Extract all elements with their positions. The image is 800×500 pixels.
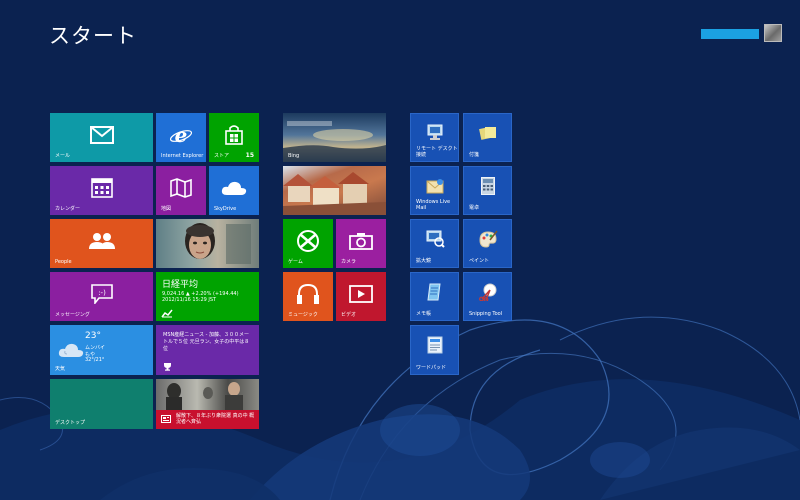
tile-camera[interactable]: カメラ bbox=[336, 219, 386, 268]
index-name: 日経平均 bbox=[162, 280, 199, 290]
scissors-icon bbox=[478, 283, 496, 301]
tile-skydrive[interactable]: SkyDrive bbox=[209, 166, 259, 215]
avatar[interactable] bbox=[764, 24, 782, 42]
play-icon bbox=[349, 284, 373, 303]
tile-desktop[interactable]: デスクトップ bbox=[50, 379, 153, 429]
tile-label: Windows Live Mail bbox=[416, 199, 451, 211]
tile-travel[interactable] bbox=[283, 166, 386, 215]
tile-label: デスクトップ bbox=[55, 420, 86, 426]
tile-calendar[interactable]: カレンダー bbox=[50, 166, 153, 215]
news-caption: 解散下、８年ぶり衆院選 真の中 概況者へ斉弘 bbox=[176, 413, 255, 425]
tile-label: リモート デスクトップ 接続 bbox=[416, 146, 458, 158]
tile-label: Snipping Tool bbox=[469, 311, 503, 317]
tile-bing[interactable]: Bing bbox=[283, 113, 386, 162]
weather-temperature: 23° bbox=[85, 331, 101, 341]
tile-news[interactable]: MSN産経ニュース - 加藤、３００メートルで５位 元旦ラン、女子の中平は８位 bbox=[156, 325, 259, 375]
remote-desktop-icon bbox=[427, 124, 442, 140]
tile-label: 天気 bbox=[55, 366, 66, 372]
weather-city: ムンバイ bbox=[85, 345, 106, 351]
tile-calculator[interactable]: 電卓 bbox=[463, 166, 512, 215]
tile-weather[interactable]: 23° ムンバイ もや 32°/21° 天気 bbox=[50, 325, 153, 375]
tile-wordpad[interactable]: ワードパッド bbox=[410, 325, 459, 375]
internet-explorer-icon: e bbox=[170, 124, 192, 146]
tile-maps[interactable]: 地図 bbox=[156, 166, 206, 215]
update-count-badge: 15 bbox=[245, 152, 254, 159]
tile-label: Bing bbox=[288, 153, 300, 159]
tile-photo-news[interactable]: 解散下、８年ぶり衆院選 真の中 概況者へ斉弘 bbox=[156, 379, 259, 429]
svg-text:e: e bbox=[175, 124, 188, 146]
tile-label: メッセージング bbox=[55, 312, 90, 318]
tile-magnifier[interactable]: 拡大鏡 bbox=[410, 219, 459, 268]
shopping-bag-icon bbox=[225, 124, 243, 145]
headphones-icon bbox=[297, 283, 319, 304]
tile-games[interactable]: ゲーム bbox=[283, 219, 333, 268]
tile-paint[interactable]: ペイント bbox=[463, 219, 512, 268]
tile-label: カメラ bbox=[341, 259, 357, 265]
tile-label: ストア bbox=[214, 153, 230, 159]
calendar-icon bbox=[90, 177, 113, 198]
tile-windows-live-mail[interactable]: Windows Live Mail bbox=[410, 166, 459, 215]
live-mail-icon bbox=[426, 178, 443, 194]
paint-palette-icon bbox=[478, 230, 498, 248]
news-caption-bar: 解散下、８年ぶり衆院選 真の中 概況者へ斉弘 bbox=[156, 410, 259, 429]
cloud-icon bbox=[221, 181, 247, 195]
game-controller-icon bbox=[297, 229, 319, 252]
sticky-notes-icon bbox=[478, 126, 496, 140]
svg-text::-): :-) bbox=[98, 289, 106, 297]
news-icon bbox=[161, 415, 171, 423]
tile-label: カレンダー bbox=[55, 206, 81, 212]
tile-label: Internet Explorer bbox=[161, 153, 204, 159]
chart-up-icon bbox=[161, 309, 173, 318]
page-title: スタート bbox=[49, 24, 137, 48]
notepad-icon bbox=[426, 283, 441, 301]
people-icon bbox=[88, 232, 115, 249]
tile-label: 付箋 bbox=[469, 152, 480, 158]
map-icon bbox=[170, 177, 192, 198]
user-name[interactable] bbox=[701, 29, 759, 39]
tile-snipping-tool[interactable]: Snipping Tool bbox=[463, 272, 512, 321]
trophy-icon bbox=[164, 363, 171, 371]
tile-label: メモ帳 bbox=[416, 311, 432, 317]
news-photo-image bbox=[166, 382, 243, 411]
tile-label: ゲーム bbox=[288, 259, 303, 265]
camera-icon bbox=[349, 232, 373, 250]
tile-label: ビデオ bbox=[341, 312, 357, 318]
tile-notepad[interactable]: メモ帳 bbox=[410, 272, 459, 321]
tile-video[interactable]: ビデオ bbox=[336, 272, 386, 321]
tile-label: ペイント bbox=[469, 258, 490, 264]
tile-label: People bbox=[55, 259, 72, 265]
news-headline: MSN産経ニュース - 加藤、３００メートルで５位 元旦ラン、女子の中平は８位 bbox=[163, 332, 250, 352]
start-screen: スタート メール e Internet Explorer ストア 15 カレンダ… bbox=[0, 0, 800, 500]
tile-sticky-notes[interactable]: 付箋 bbox=[463, 113, 512, 162]
tile-people[interactable]: People bbox=[50, 219, 153, 268]
tile-internet-explorer[interactable]: e Internet Explorer bbox=[156, 113, 206, 162]
tile-label: 電卓 bbox=[469, 205, 480, 211]
travel-photo-image bbox=[283, 172, 386, 215]
tile-people-photo[interactable] bbox=[156, 219, 259, 268]
tile-remote-desktop[interactable]: リモート デスクトップ 接続 bbox=[410, 113, 459, 162]
index-timestamp: 2012/11/16 15:29 JST bbox=[162, 297, 217, 303]
tile-label: ミュージック bbox=[288, 312, 318, 318]
magnifier-icon bbox=[426, 230, 445, 248]
tile-label: 地図 bbox=[161, 206, 172, 212]
cloud-sun-icon bbox=[58, 343, 84, 357]
calculator-icon bbox=[480, 176, 495, 195]
tile-label: ワードパッド bbox=[416, 365, 447, 371]
person-portrait-image bbox=[185, 223, 251, 264]
tile-label: メール bbox=[55, 153, 71, 159]
envelope-icon bbox=[89, 125, 114, 144]
tile-messaging[interactable]: :-) メッセージング bbox=[50, 272, 153, 321]
tile-finance[interactable]: 日経平均 9,024.16 ▲ +2.20% (+194.44) 2012/11… bbox=[156, 272, 259, 321]
tile-label: 拡大鏡 bbox=[416, 258, 432, 264]
wordpad-icon bbox=[427, 336, 442, 354]
tile-label: SkyDrive bbox=[214, 206, 237, 212]
chat-bubble-icon: :-) bbox=[90, 283, 113, 304]
tile-mail[interactable]: メール bbox=[50, 113, 153, 162]
tile-music[interactable]: ミュージック bbox=[283, 272, 333, 321]
tile-store[interactable]: ストア 15 bbox=[209, 113, 259, 162]
weather-range: 32°/21° bbox=[85, 357, 105, 363]
